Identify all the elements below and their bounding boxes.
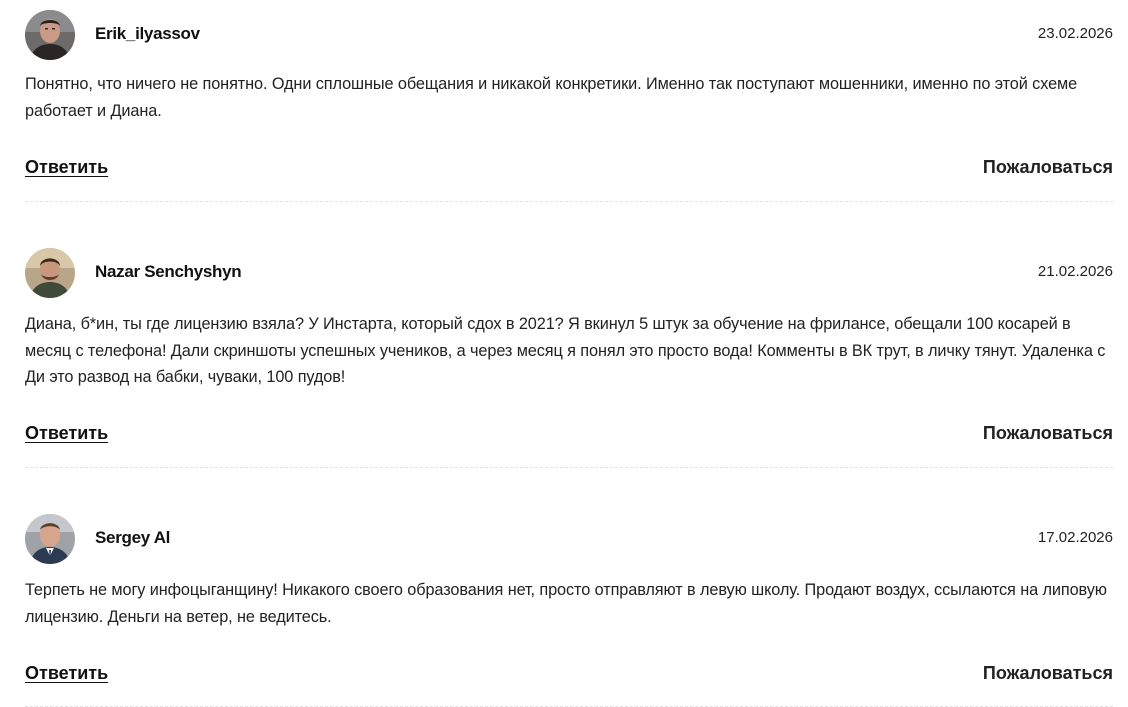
report-button[interactable]: Пожаловаться xyxy=(983,157,1113,178)
comment-text: Диана, б*ин, ты где лицензию взяла? У Ин… xyxy=(25,315,1106,386)
comment-actions: Ответить Пожаловаться xyxy=(25,423,1113,447)
comments-list: Erik_ilyassov 23.02.2026 Понятно, что ни… xyxy=(25,0,1113,707)
report-button[interactable]: Пожаловаться xyxy=(983,663,1113,684)
reply-link[interactable]: Ответить xyxy=(25,157,108,178)
comment-author: Nazar Senchyshyn xyxy=(95,262,242,281)
comment-item: Nazar Senchyshyn 21.02.2026 Диана, б*ин,… xyxy=(25,202,1113,468)
comment-item: Erik_ilyassov 23.02.2026 Понятно, что ни… xyxy=(25,0,1113,202)
comment-text: Понятно, что ничего не понятно. Одни спл… xyxy=(25,75,1078,120)
reply-link[interactable]: Ответить xyxy=(25,423,108,444)
user-photo-icon xyxy=(25,514,75,564)
comment-text: Терпеть не могу инфоцыганщину! Никакого … xyxy=(25,581,1107,626)
comment-header: Erik_ilyassov 23.02.2026 xyxy=(25,10,1113,60)
user-photo-icon xyxy=(25,10,75,60)
comment-date: 21.02.2026 xyxy=(1037,263,1113,280)
comment-date: 23.02.2026 xyxy=(1037,25,1113,42)
comment-actions: Ответить Пожаловаться xyxy=(25,157,1113,181)
comment-author: Sergey Al xyxy=(95,528,171,547)
user-photo-icon xyxy=(25,248,75,298)
comment-header: Nazar Senchyshyn 21.02.2026 xyxy=(25,248,1113,298)
comment-item: Sergey Al 17.02.2026 Терпеть не могу инф… xyxy=(25,468,1113,707)
comment-actions: Ответить Пожаловаться xyxy=(25,663,1113,687)
comment-header: Sergey Al 17.02.2026 xyxy=(25,514,1113,564)
report-button[interactable]: Пожаловаться xyxy=(983,423,1113,444)
comment-author: Erik_ilyassov xyxy=(95,24,200,43)
comment-date: 17.02.2026 xyxy=(1037,529,1113,546)
reply-link[interactable]: Ответить xyxy=(25,663,108,684)
